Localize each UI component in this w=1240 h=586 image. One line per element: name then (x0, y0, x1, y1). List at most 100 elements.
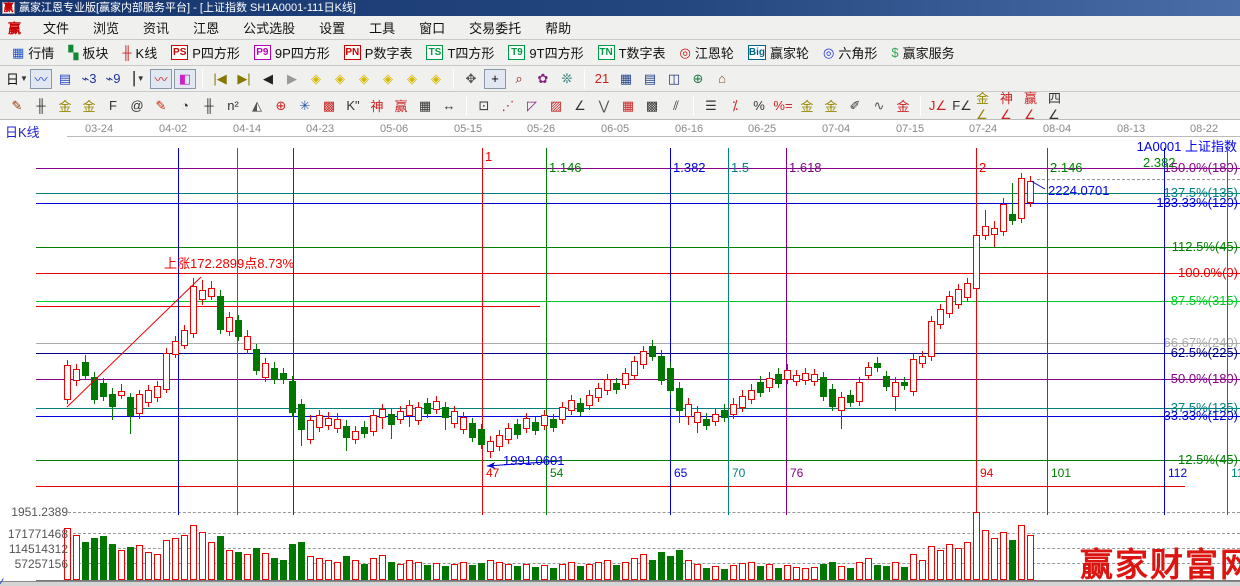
vline-bottom-label: 54 (550, 466, 563, 480)
volume-bar (145, 552, 152, 580)
candle (892, 382, 899, 397)
candle (487, 441, 494, 452)
volume-bar (280, 560, 287, 580)
candle (424, 403, 431, 414)
site-watermark: 赢家财富网 (1080, 538, 1236, 586)
candle (91, 377, 98, 400)
volume-bar (406, 560, 413, 580)
date-tick-label: 04-14 (233, 123, 261, 135)
volume-bar (73, 535, 80, 580)
candle (451, 411, 458, 424)
date-tick-label: 05-15 (454, 123, 482, 135)
volume-bar (649, 560, 656, 580)
grid-vline (728, 148, 729, 515)
candle (523, 418, 530, 429)
volume-bar (442, 566, 449, 580)
candle (496, 435, 503, 447)
candle (694, 412, 701, 423)
volume-bar (451, 564, 458, 580)
candle (595, 388, 602, 398)
dashed-line (1037, 179, 1240, 180)
volume-bar (352, 560, 359, 580)
candle (721, 410, 728, 418)
volume-bar (262, 553, 269, 580)
candle (352, 431, 359, 440)
volume-bar (334, 562, 341, 580)
grid-vline (976, 148, 977, 515)
grid-vline (1227, 148, 1228, 515)
candle (226, 317, 233, 332)
volume-bar (181, 535, 188, 580)
candle (613, 383, 620, 390)
volume-bar (514, 566, 521, 580)
candle (802, 373, 809, 381)
vline-bottom-label: 65 (674, 466, 687, 480)
candle (505, 428, 512, 440)
candle (1018, 178, 1025, 219)
candle (604, 379, 611, 391)
volume-bar (1009, 540, 1016, 580)
volume-bar (208, 542, 215, 580)
volume-bar (685, 560, 692, 580)
resize-grip[interactable]: ∕∕∕ (1, 577, 2, 586)
volume-bar (586, 564, 593, 580)
volume-bar (613, 565, 620, 580)
candle (469, 423, 476, 438)
vline-bottom-label: 101 (1051, 466, 1071, 480)
volume-bar (217, 536, 224, 580)
volume-bar (712, 566, 719, 580)
volume-bar (1027, 535, 1034, 580)
volume-bar (784, 565, 791, 580)
volume-bar (325, 560, 332, 580)
candle (586, 395, 593, 406)
candle (640, 351, 647, 365)
volume-bar (721, 569, 728, 580)
volume-bar (109, 544, 116, 580)
kline-chart-canvas[interactable]: 日K线1A0001 上证指数03-2404-0204-1404-2305-060… (0, 0, 1240, 586)
candle (154, 386, 161, 398)
date-tick-label: 07-04 (822, 123, 850, 135)
candle (658, 356, 665, 381)
vline-bottom-label: 47 (486, 466, 499, 480)
vline-top-label: 2 (979, 160, 986, 175)
candle (136, 394, 143, 414)
candle (559, 407, 566, 420)
volume-bar (955, 548, 962, 580)
vline-bottom-label: 94 (980, 466, 993, 480)
volume-bar (739, 563, 746, 580)
grid-hline (36, 486, 1185, 487)
date-tick-label: 04-02 (159, 123, 187, 135)
candle (163, 353, 170, 390)
volume-bar (820, 564, 827, 580)
candle (703, 419, 710, 426)
candle (856, 382, 863, 402)
candle (280, 373, 287, 380)
volume-bar (703, 568, 710, 580)
volume-bar (694, 564, 701, 580)
volume-bar (82, 542, 89, 580)
candle (253, 349, 260, 371)
volume-bar (658, 552, 665, 580)
volume-bar (667, 556, 674, 580)
volume-bar (802, 568, 809, 580)
candle (361, 427, 368, 434)
date-tick-label: 06-16 (675, 123, 703, 135)
grid-hline (36, 353, 1240, 354)
volume-bar (190, 525, 197, 580)
candle (829, 389, 836, 407)
volume-bar (856, 562, 863, 580)
volume-bar (883, 566, 890, 580)
volume-bar (892, 562, 899, 580)
volume-bar (604, 560, 611, 580)
volume-bar (766, 564, 773, 580)
date-tick-label: 08-13 (1117, 123, 1145, 135)
volume-bar (946, 544, 953, 580)
date-tick-label: 03-24 (85, 123, 113, 135)
level-label: 133.33%(120) (1156, 197, 1238, 209)
candle (208, 288, 215, 297)
candle (388, 414, 395, 425)
candle (766, 378, 773, 388)
volume-bar (244, 554, 251, 580)
vline-top-label-extra: 2.382 (1143, 156, 1176, 169)
candle (100, 383, 107, 397)
